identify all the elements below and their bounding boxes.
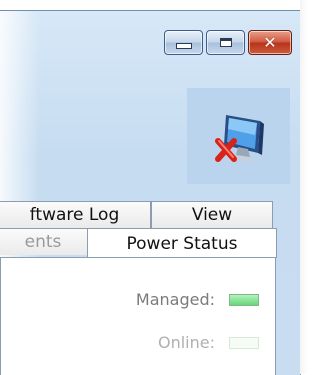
- close-icon: ✕: [263, 32, 277, 52]
- tab-events[interactable]: ents: [0, 228, 88, 255]
- power-status-panel: Managed: Online:: [0, 257, 276, 375]
- panel-fade: [1, 258, 61, 375]
- restore-button[interactable]: [206, 30, 245, 55]
- managed-row: Managed:: [136, 290, 259, 309]
- tab-software-log-label: ftware Log: [29, 205, 120, 225]
- computer-error-icon: [214, 115, 264, 162]
- caption-buttons: ✕: [164, 30, 292, 55]
- minimize-icon: [175, 42, 192, 49]
- online-label: Online:: [158, 333, 215, 352]
- tab-power-status[interactable]: Power Status: [87, 228, 277, 258]
- tab-software-log[interactable]: ftware Log: [0, 201, 151, 228]
- tab-view-label: View: [191, 205, 233, 225]
- managed-indicator: [229, 293, 259, 306]
- managed-label: Managed:: [135, 290, 215, 309]
- online-row: Online:: [158, 333, 259, 352]
- app-window: ✕ ftware Log View ents Power Status Mana…: [0, 10, 301, 375]
- minimize-button[interactable]: [164, 30, 203, 55]
- online-indicator: [229, 336, 259, 349]
- tab-power-status-label: Power Status: [126, 233, 238, 254]
- window-edge-shadow: [300, 0, 308, 374]
- restore-icon: [219, 38, 232, 47]
- close-button[interactable]: ✕: [248, 30, 292, 55]
- computer-status-tile: [187, 88, 290, 184]
- tab-events-label: ents: [24, 232, 62, 252]
- tab-view[interactable]: View: [151, 201, 273, 228]
